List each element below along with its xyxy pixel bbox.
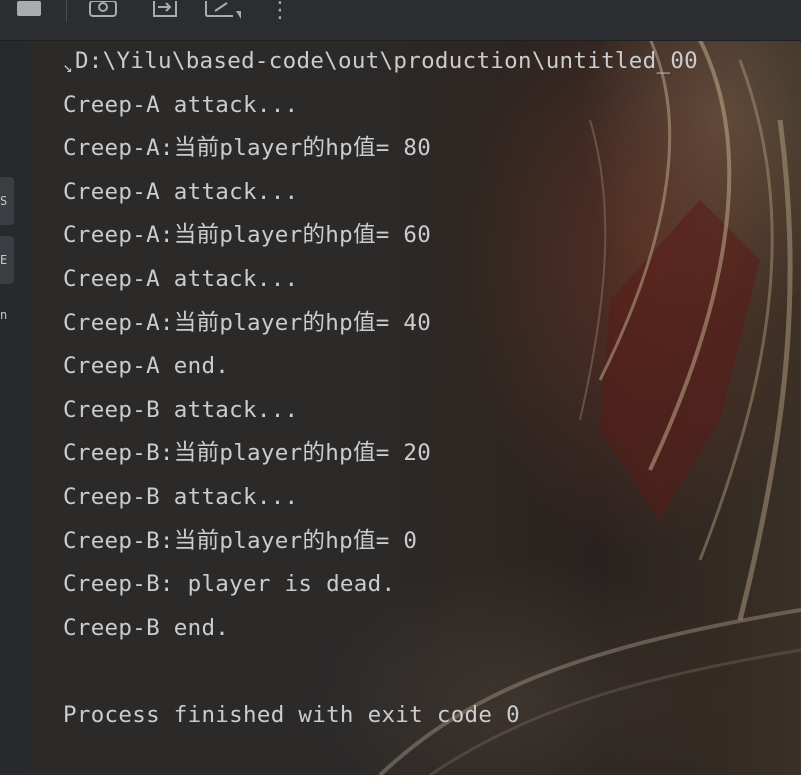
console-line: Creep-A end. <box>63 353 230 380</box>
process-exit-line: Process finished with exit code 0 <box>63 701 520 728</box>
console-line: Creep-A attack... <box>63 265 299 292</box>
gutter-tab-label: n <box>0 308 8 322</box>
gutter-tab-3[interactable]: n <box>0 297 14 333</box>
console-line: Creep-A:当前player的hp值= 80 <box>63 135 432 162</box>
console-line: Creep-A attack... <box>63 91 299 118</box>
gutter-tab-1[interactable]: S <box>0 177 14 225</box>
command-arrow-icon: ↘ <box>63 57 73 76</box>
more-icon[interactable]: ⋮ <box>269 0 291 23</box>
console-line: Creep-B:当前player的hp值= 20 <box>63 440 432 467</box>
console-line: Creep-B attack... <box>63 396 299 423</box>
command-path: D:\Yilu\based-code\out\production\untitl… <box>74 48 699 74</box>
console-line: Creep-B end. <box>63 614 230 641</box>
console-line: Creep-B:当前player的hp值= 0 <box>63 527 418 554</box>
console-line: Creep-B attack... <box>63 483 299 510</box>
left-gutter: S E n <box>0 41 31 775</box>
command-line: ↘D:\Yilu\based-code\out\production\untit… <box>63 44 801 88</box>
console-line: Creep-A attack... <box>63 178 299 205</box>
console-toolbar: ⋮ <box>0 0 801 41</box>
gutter-tab-2[interactable]: E <box>0 236 14 284</box>
camera-icon[interactable] <box>88 0 118 20</box>
gutter-tab-label: S <box>0 194 8 208</box>
console-output[interactable]: ↘D:\Yilu\based-code\out\production\untit… <box>63 44 801 742</box>
settings-icon[interactable] <box>203 0 241 20</box>
console-line: Creep-B: player is dead. <box>63 571 396 598</box>
console-line: Creep-A:当前player的hp值= 40 <box>63 309 432 336</box>
toolbar-separator <box>66 0 67 22</box>
run-console-window: ⋮ S E n ↘D:\Yilu\based-code\out\producti… <box>0 0 801 775</box>
stop-icon[interactable] <box>16 0 42 20</box>
gutter-tab-label: E <box>0 253 8 267</box>
console-line: Creep-A:当前player的hp值= 60 <box>63 222 432 249</box>
export-icon[interactable] <box>150 0 180 20</box>
